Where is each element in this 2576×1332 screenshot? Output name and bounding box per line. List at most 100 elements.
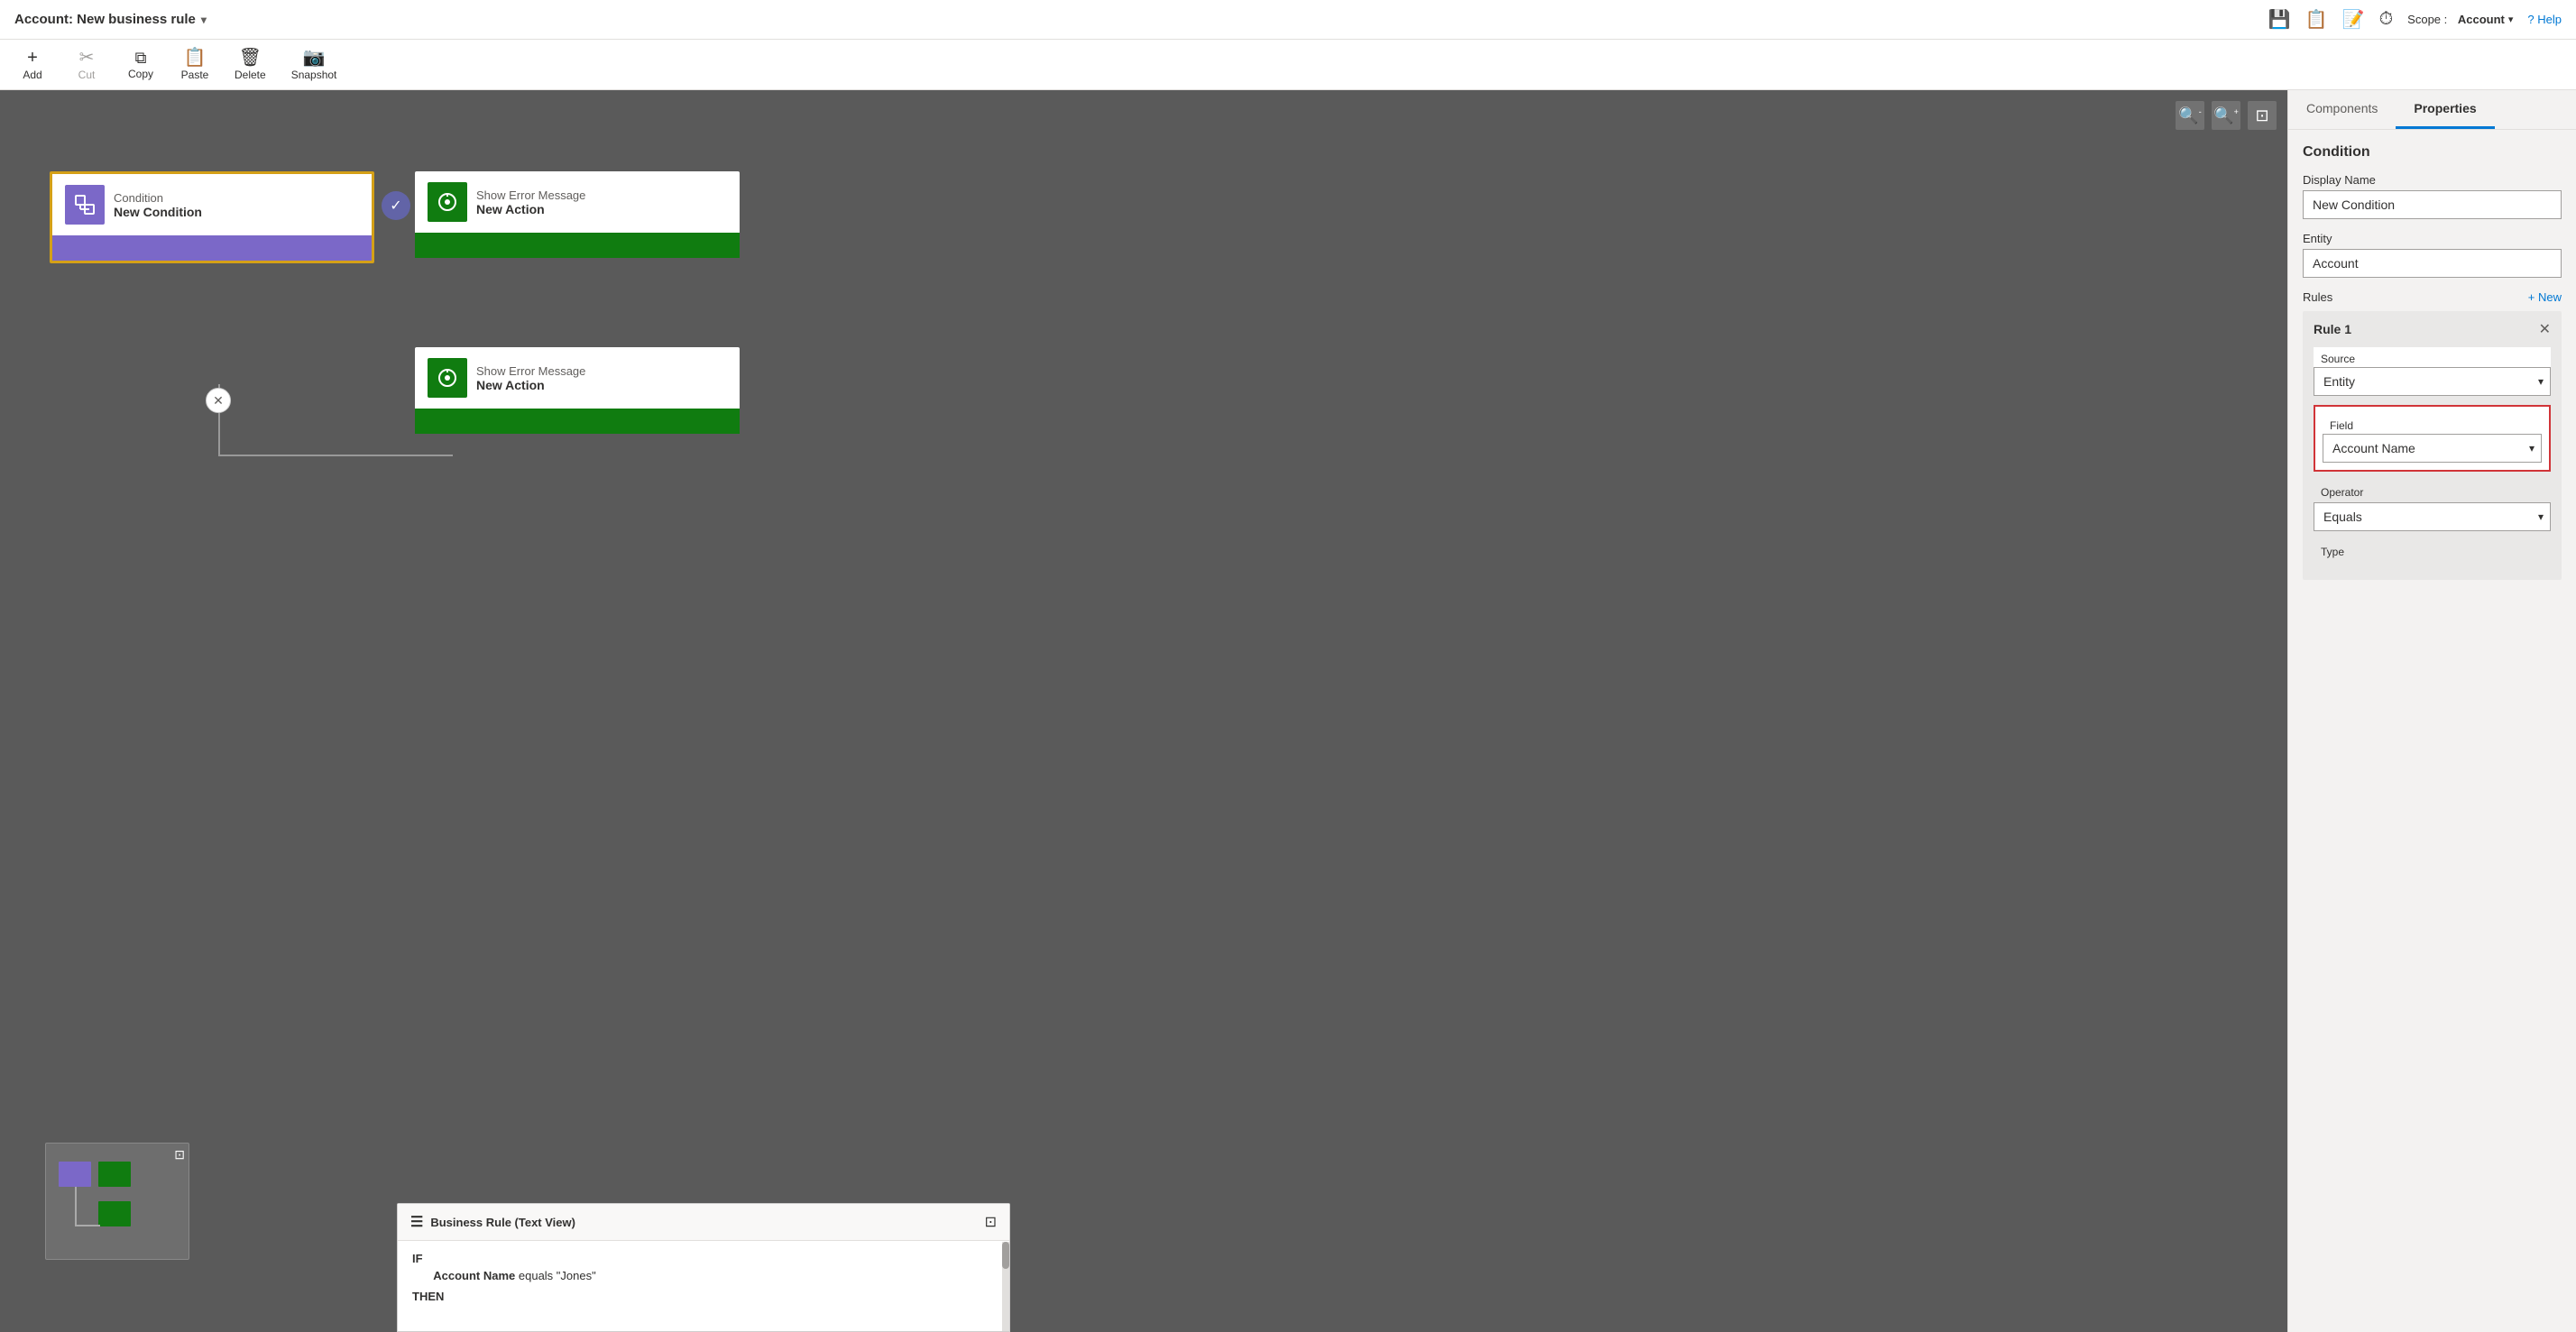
action-2-footer — [415, 409, 740, 434]
connector-horizontal-line — [218, 455, 453, 456]
add-icon: + — [27, 49, 38, 67]
fit-button[interactable]: ⊡ — [2248, 101, 2277, 130]
action-2-text: Show Error Message New Action — [476, 364, 585, 392]
action-1-footer — [415, 233, 740, 258]
delete-button[interactable]: 🗑 Delete — [224, 45, 277, 85]
source-group: Source Entity ▾ — [2314, 347, 2551, 396]
check-badge: ✓ — [382, 191, 410, 220]
tab-properties[interactable]: Properties — [2396, 90, 2494, 129]
panel-body: Condition Display Name Entity Rules + Ne… — [2288, 130, 2576, 1332]
action-2-type: Show Error Message — [476, 364, 585, 378]
action-1-type: Show Error Message — [476, 188, 585, 202]
help-label[interactable]: ? Help — [2527, 13, 2562, 26]
condition-node-header: Condition New Condition — [52, 174, 372, 235]
action-icon-2 — [428, 358, 467, 398]
add-button[interactable]: + Add — [7, 45, 58, 85]
minimap-action-node-1 — [98, 1162, 131, 1187]
panel-tabs: Components Properties — [2288, 90, 2576, 130]
action-node-2[interactable]: Show Error Message New Action — [415, 347, 740, 434]
title-bar-right: 💾 📋 📝 ⏱ Scope : Account ▾ ? Help — [2268, 8, 2562, 31]
paste-button[interactable]: 📋 Paste — [170, 45, 220, 85]
snapshot-button[interactable]: 📷 Snapshot — [281, 45, 348, 85]
operator-select-wrapper: Equals ▾ — [2314, 502, 2551, 531]
zoom-in-button[interactable]: 🔍+ — [2212, 101, 2240, 130]
zoom-out-button[interactable]: 🔍- — [2176, 101, 2204, 130]
rule-card: Rule 1 ✕ Source Entity ▾ Field — [2303, 311, 2562, 580]
tab-components[interactable]: Components — [2288, 90, 2396, 129]
delete-icon: 🗑 — [239, 49, 262, 67]
canvas-area[interactable]: 🔍- 🔍+ ⊡ Condi — [0, 90, 2287, 1332]
operator-select[interactable]: Equals — [2314, 502, 2551, 531]
fit-icon: ⊡ — [2255, 106, 2268, 125]
type-label: Type — [2314, 540, 2551, 562]
x-badge[interactable]: ✕ — [206, 388, 231, 413]
operator-group: Operator Equals ▾ — [2314, 481, 2551, 531]
display-name-input[interactable] — [2303, 190, 2562, 219]
check-validate-icon[interactable]: 📝 — [2342, 8, 2365, 31]
entity-group: Entity — [2303, 232, 2562, 278]
field-label: Field — [2323, 414, 2542, 434]
cut-icon: ✂ — [79, 49, 95, 67]
entity-input[interactable] — [2303, 249, 2562, 278]
rules-header: Rules + New — [2303, 290, 2562, 304]
brtextview-header: ☰ Business Rule (Text View) ⊡ — [398, 1204, 1009, 1241]
copy-button[interactable]: ⧉ Copy — [115, 46, 166, 84]
condition-text: Condition New Condition — [114, 191, 202, 219]
scope-chevron[interactable]: ▾ — [2508, 14, 2514, 25]
rule-name: Rule 1 — [2314, 322, 2351, 336]
display-name-label: Display Name — [2303, 173, 2562, 187]
title-bar-left: Account: New business rule ▾ — [14, 12, 207, 27]
rule-card-header: Rule 1 ✕ — [2314, 320, 2551, 338]
minimap-condition-node — [59, 1162, 91, 1187]
title-chevron[interactable]: ▾ — [201, 14, 207, 26]
rules-icon[interactable]: 📋 — [2305, 8, 2328, 31]
display-name-group: Display Name — [2303, 173, 2562, 219]
brtextview-scroll-thumb — [1002, 1242, 1009, 1269]
minimap-action-node-2 — [98, 1201, 131, 1226]
action-node-1[interactable]: Show Error Message New Action — [415, 171, 740, 258]
main-layout: 🔍- 🔍+ ⊡ Condi — [0, 90, 2576, 1332]
copy-icon: ⧉ — [135, 50, 147, 66]
condition-text-line: Account Name equals "Jones" — [427, 1269, 995, 1282]
minimap-inner — [46, 1144, 189, 1158]
brtextview-body: IF Account Name equals "Jones" THEN — [398, 1241, 1009, 1331]
type-group: Type — [2314, 540, 2551, 562]
field-select[interactable]: Account Name — [2323, 434, 2542, 463]
condition-icon — [65, 185, 105, 225]
entity-label: Entity — [2303, 232, 2562, 245]
canvas-controls: 🔍- 🔍+ ⊡ — [2176, 101, 2277, 130]
rule-close-icon[interactable]: ✕ — [2539, 320, 2551, 338]
cut-button[interactable]: ✂ Cut — [61, 45, 112, 85]
rules-new-button[interactable]: + New — [2528, 290, 2562, 304]
rules-label: Rules — [2303, 290, 2332, 304]
right-panel: Components Properties Condition Display … — [2287, 90, 2576, 1332]
minimap: ⊡ — [45, 1143, 189, 1260]
operator-label: Operator — [2314, 481, 2551, 502]
condition-name-label: New Condition — [114, 205, 202, 219]
scope-label: Scope : Account ▾ — [2407, 13, 2513, 26]
zoom-out-icon: 🔍- — [2178, 106, 2201, 125]
action-node-2-header: Show Error Message New Action — [415, 347, 740, 409]
source-select[interactable]: Entity — [2314, 367, 2551, 396]
minimap-line-v — [75, 1187, 77, 1226]
field-section-highlighted: Field Account Name ▾ — [2314, 405, 2551, 472]
history-icon[interactable]: ⏱ — [2379, 9, 2394, 30]
condition-node-footer — [52, 235, 372, 261]
snapshot-icon: 📷 — [303, 49, 326, 67]
condition-node[interactable]: Condition New Condition — [50, 171, 374, 263]
brtextview-scrollbar[interactable] — [1002, 1242, 1009, 1331]
action-node-1-header: Show Error Message New Action — [415, 171, 740, 233]
brtextview-expand-icon[interactable]: ⊡ — [985, 1213, 997, 1231]
action-icon-1 — [428, 182, 467, 222]
zoom-in-icon: 🔍+ — [2213, 106, 2239, 125]
field-select-wrapper: Account Name ▾ — [2323, 434, 2542, 463]
title-bar: Account: New business rule ▾ 💾 📋 📝 ⏱ Sco… — [0, 0, 2576, 40]
section-title: Condition — [2303, 144, 2562, 161]
minimap-line-h — [75, 1225, 100, 1226]
action-1-text: Show Error Message New Action — [476, 188, 585, 216]
brtextview-title: ☰ Business Rule (Text View) — [410, 1213, 575, 1231]
action-1-name: New Action — [476, 202, 585, 216]
action-2-name: New Action — [476, 378, 585, 392]
save-icon[interactable]: 💾 — [2268, 8, 2291, 31]
source-label: Source — [2314, 347, 2551, 367]
